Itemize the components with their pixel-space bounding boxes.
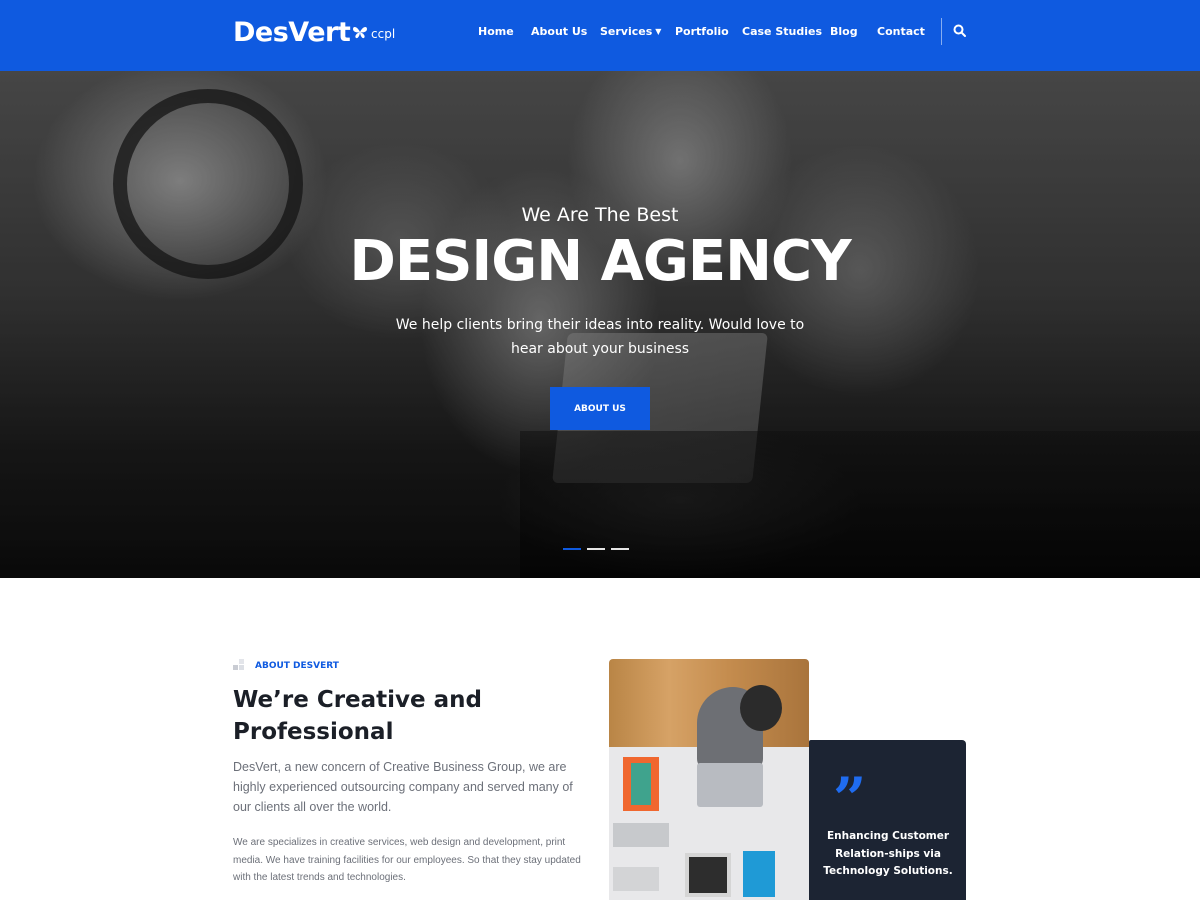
nav-about-us[interactable]: About Us [531,25,587,38]
brand-logo[interactable]: DesVert [233,17,351,48]
slider-pagination [563,548,629,550]
about-us-button[interactable]: ABOUT US [550,387,650,430]
squares-icon [233,659,244,670]
butterfly-icon [352,25,368,42]
slider-dot[interactable] [611,548,629,550]
about-lead-text: DesVert, a new concern of Creative Busin… [233,760,573,814]
quote-text: Enhancing Customer Relation-ships via Te… [823,830,953,877]
about-title: We’re Creative and Professional [233,687,483,745]
about-photo [609,659,809,900]
search-icon[interactable] [953,24,969,40]
nav-blog[interactable]: Blog [830,25,858,38]
hero-title: DESIGN AGENCY [349,229,851,294]
nav-case-studies[interactable]: Case Studies [742,25,822,38]
hero-eyebrow: We Are The Best [521,204,679,226]
quote-card: ” Enhancing Customer Relation-ships via … [809,740,966,900]
chevron-down-icon: ▼ [655,27,662,36]
hero-slider: We Are The Best DESIGN AGENCY We help cl… [0,71,1200,578]
nav-services-label: Services [600,25,653,38]
nav-divider [941,18,942,45]
about-eyebrow: ABOUT DESVERT [255,661,339,671]
nav-home[interactable]: Home [478,25,514,38]
partner-logo-text: ccpl [371,26,396,41]
quote-icon: ” [833,765,867,833]
hero-description: We help clients bring their ideas into r… [395,317,805,357]
nav-services[interactable]: Services ▼ [600,25,661,38]
slider-dot[interactable] [563,548,581,550]
slider-dot[interactable] [587,548,605,550]
nav-contact[interactable]: Contact [877,25,925,38]
partner-logo: ccpl [352,25,395,42]
nav-portfolio[interactable]: Portfolio [675,25,729,38]
site-header: DesVert ccpl Home About Us Services ▼ Por… [0,0,1200,71]
about-body-text: We are specializes in creative services,… [233,837,581,883]
